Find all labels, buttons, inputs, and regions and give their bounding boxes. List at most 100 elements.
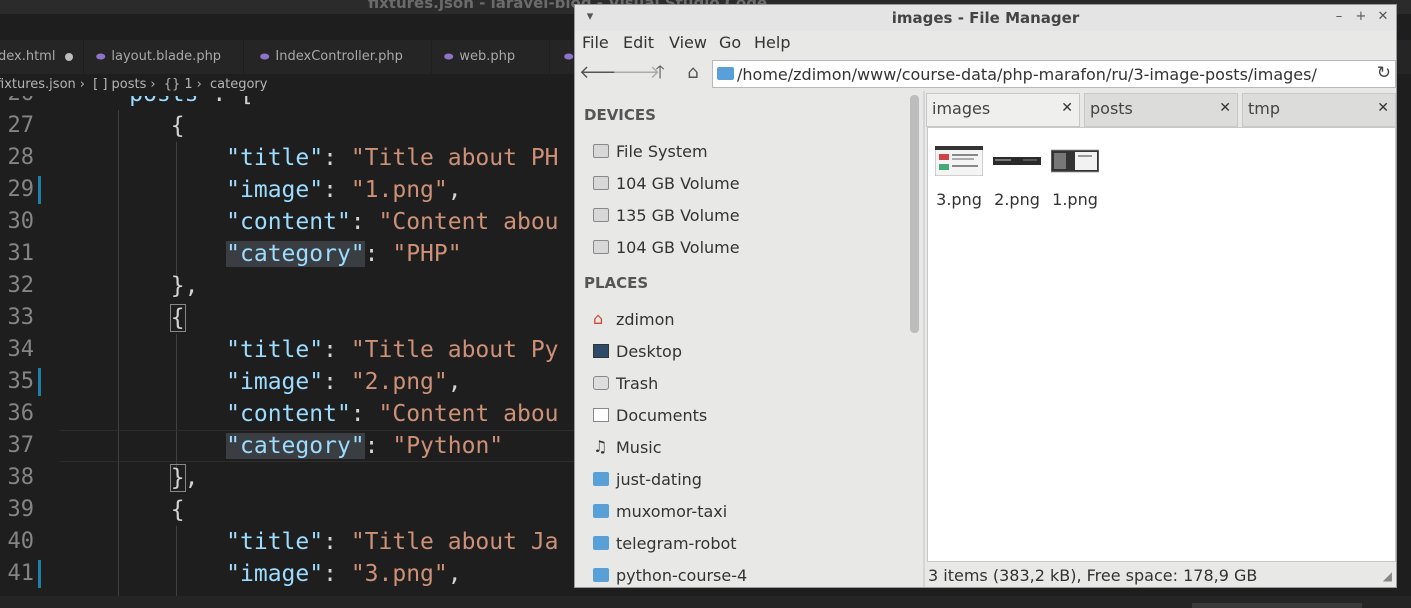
folder-icon xyxy=(593,568,609,582)
place-label: python-course-4 xyxy=(616,566,748,585)
breadcrumb-index[interactable]: {} 1 xyxy=(164,77,193,92)
tab-posts[interactable]: posts ✕ xyxy=(1084,93,1238,127)
line-number: 38 xyxy=(7,465,35,490)
folder-icon xyxy=(593,504,609,518)
home-icon[interactable]: ⌂ xyxy=(680,60,706,86)
line-number: 41 xyxy=(7,561,35,586)
drive-icon xyxy=(593,144,609,158)
editor-tab-web-php[interactable]: ⬬ web.php xyxy=(432,40,550,74)
menu-view[interactable]: View xyxy=(669,33,707,52)
drive-icon xyxy=(593,208,609,222)
trash-icon xyxy=(593,376,609,390)
unsaved-dot-icon xyxy=(65,52,74,61)
tab-label: tmp xyxy=(1248,99,1281,118)
folder-icon xyxy=(593,536,609,550)
breadcrumb-category[interactable]: category xyxy=(210,77,267,92)
code-text: }, xyxy=(169,464,199,492)
file-name: 1.png xyxy=(1052,190,1098,209)
line-number: 27 xyxy=(7,113,35,138)
code-text: "category": "Python" xyxy=(226,433,504,459)
line-number: 35 xyxy=(7,369,35,394)
line-number: 29 xyxy=(7,177,35,202)
editor-tab-indexcontroller[interactable]: ⬬ IndexController.php xyxy=(248,40,432,74)
reload-icon[interactable]: ↻ xyxy=(1377,63,1391,83)
places-header: PLACES xyxy=(584,274,649,292)
tab-close-icon[interactable]: ✕ xyxy=(1061,100,1073,116)
device-label: 104 GB Volume xyxy=(616,174,740,193)
document-icon xyxy=(593,408,609,422)
menu-file[interactable]: File xyxy=(582,33,609,52)
menu-help[interactable]: Help xyxy=(754,33,790,52)
code-text: "image": "2.png", xyxy=(226,369,462,395)
line-number: 30 xyxy=(7,209,35,234)
side-pane-scrollbar[interactable] xyxy=(910,95,919,587)
menu-edit[interactable]: Edit xyxy=(623,33,654,52)
line-number: 31 xyxy=(7,241,35,266)
up-arrow-icon[interactable]: 🡑 xyxy=(647,60,673,86)
php-file-icon: ⬬ xyxy=(444,50,454,63)
tab-label: images xyxy=(932,99,991,118)
editor-tab-index-html[interactable]: dex.html xyxy=(0,40,84,74)
scrollbar-thumb[interactable] xyxy=(910,95,919,333)
breadcrumb-posts[interactable]: [ ] posts xyxy=(93,77,146,92)
line-number: 34 xyxy=(7,337,35,362)
php-file-icon: ⬬ xyxy=(96,50,106,63)
file-item-2png[interactable]: 2.png xyxy=(989,142,1045,212)
place-label: muxomor-taxi xyxy=(616,502,728,521)
path-bar[interactable]: /home/zdimon/www/course-data/php-marafon… xyxy=(712,60,1396,88)
line-number: 32 xyxy=(7,273,35,298)
line-number: 33 xyxy=(7,305,35,330)
folder-tabs: images ✕ posts ✕ tmp ✕ xyxy=(926,93,1396,127)
path-input[interactable]: /home/zdimon/www/course-data/php-marafon… xyxy=(737,65,1317,84)
editor-tab-layout-blade[interactable]: ⬬ layout.blade.php xyxy=(84,40,244,74)
place-label: zdimon xyxy=(616,310,675,329)
code-text: "posts": [ xyxy=(60,96,253,110)
music-icon: ♫ xyxy=(593,437,608,456)
image-thumbnail-icon xyxy=(935,146,983,176)
tab-close-icon[interactable]: ✕ xyxy=(1219,100,1231,116)
git-change-marker xyxy=(38,176,41,204)
code-text: "image": "3.png", xyxy=(226,561,462,587)
breadcrumb-file[interactable]: fixtures.json xyxy=(0,77,76,92)
editor-tab-label: web.php xyxy=(459,49,516,64)
menubar: File Edit View Go Help xyxy=(575,31,1396,55)
code-text: "title": "Title about PH xyxy=(226,145,559,171)
php-file-icon: ⬬ xyxy=(260,50,270,63)
resize-grip-icon[interactable]: ◢ xyxy=(1383,569,1392,583)
forward-arrow-icon[interactable]: 🡒 xyxy=(612,60,660,86)
tab-label: posts xyxy=(1090,99,1133,118)
code-text: "title": "Title about Py xyxy=(226,337,559,363)
code-text: { xyxy=(169,304,186,332)
back-arrow-icon[interactable]: 🡐 xyxy=(579,60,627,86)
minimize-icon[interactable]: – xyxy=(1330,8,1348,26)
tab-images[interactable]: images ✕ xyxy=(926,93,1080,127)
line-number: 36 xyxy=(7,401,35,426)
pane-splitter[interactable] xyxy=(923,91,925,587)
menu-go[interactable]: Go xyxy=(719,33,741,52)
tab-tmp[interactable]: tmp ✕ xyxy=(1242,93,1396,127)
git-change-marker xyxy=(38,560,41,588)
code-text: { xyxy=(60,497,185,523)
git-change-marker xyxy=(38,368,41,396)
desktop-icon xyxy=(593,344,609,358)
horizontal-scrollbar[interactable] xyxy=(1192,603,1362,608)
folder-icon xyxy=(593,472,609,486)
maximize-icon[interactable]: + xyxy=(1352,8,1370,26)
code-text: }, xyxy=(60,273,199,299)
status-text: 3 items (383,2 kB), Free space: 178,9 GB xyxy=(928,566,1258,585)
place-label: Music xyxy=(616,438,662,457)
file-view[interactable]: 3.png 2.png 1.png xyxy=(927,127,1396,562)
tab-close-icon[interactable]: ✕ xyxy=(1377,100,1389,116)
chevron-right-icon: › xyxy=(196,77,202,92)
status-bar: 3 items (383,2 kB), Free space: 178,9 GB… xyxy=(927,563,1396,587)
window-titlebar[interactable]: ▾ images - File Manager – + ✕ xyxy=(575,5,1396,31)
close-icon[interactable]: ✕ xyxy=(1374,8,1392,26)
device-label: File System xyxy=(616,142,708,161)
device-label: 135 GB Volume xyxy=(616,206,740,225)
chevron-right-icon: › xyxy=(79,77,85,92)
device-label: 104 GB Volume xyxy=(616,238,740,257)
code-text: "content": "Content abou xyxy=(226,209,559,235)
file-item-3png[interactable]: 3.png xyxy=(931,142,987,212)
file-item-1png[interactable]: 1.png xyxy=(1047,142,1103,212)
side-pane: DEVICES File System 104 GB Volume 135 GB… xyxy=(575,91,909,587)
